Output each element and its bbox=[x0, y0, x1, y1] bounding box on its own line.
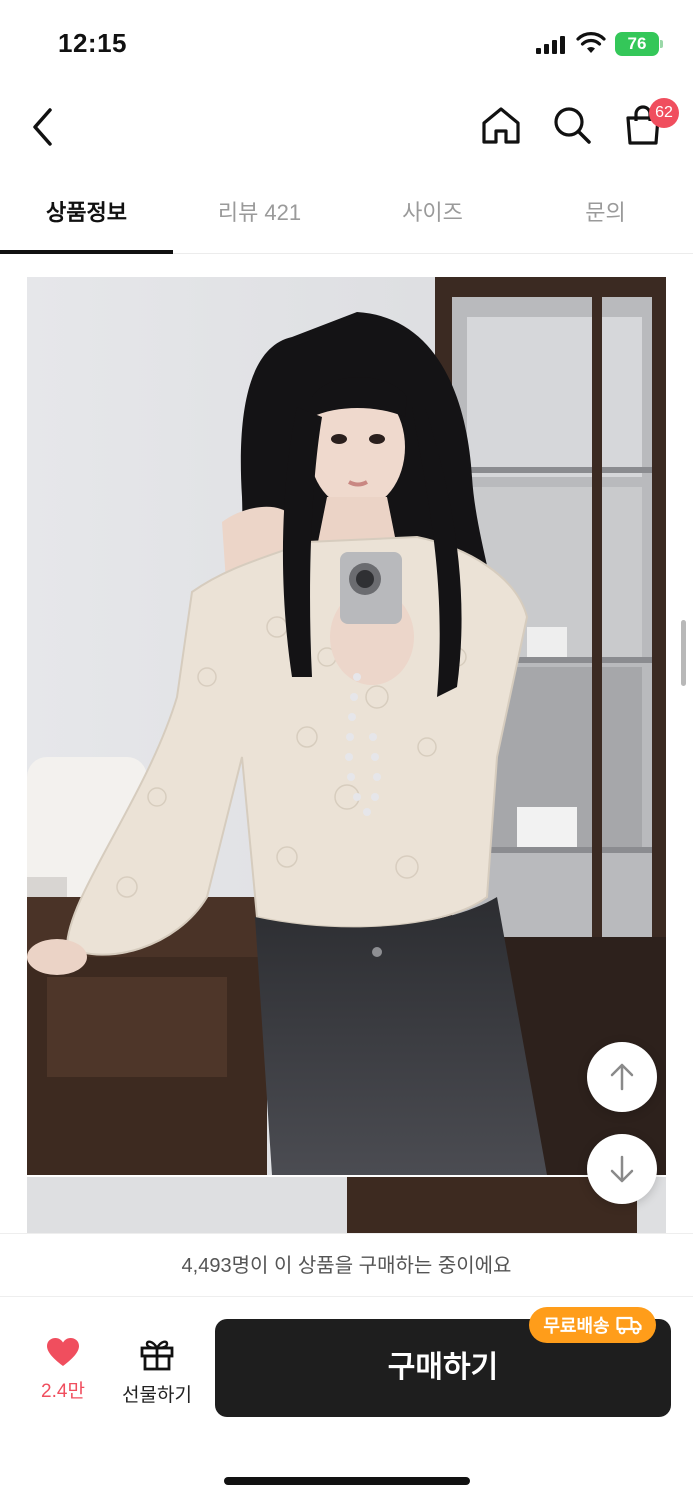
bottom-action-bar: 2.4만 선물하기 구매하기 무료배송 bbox=[0, 1297, 693, 1500]
top-nav-bar bbox=[0, 90, 693, 170]
back-button[interactable] bbox=[20, 104, 66, 150]
back-chevron-icon bbox=[33, 108, 52, 146]
tab-size[interactable]: 사이즈 bbox=[346, 178, 519, 253]
scroll-indicator[interactable] bbox=[681, 620, 686, 686]
like-count: 2.4만 bbox=[41, 1381, 85, 1402]
tab-reviews[interactable]: 리뷰 421 bbox=[173, 178, 346, 253]
search-icon bbox=[554, 107, 591, 144]
like-button[interactable]: 2.4만 bbox=[28, 1337, 98, 1407]
scroll-to-top-button[interactable] bbox=[587, 1042, 657, 1112]
cart-count-badge: 62 bbox=[649, 98, 679, 128]
home-button[interactable] bbox=[478, 102, 524, 148]
tab-product-info[interactable]: 상품정보 bbox=[0, 178, 173, 254]
arrow-down-icon bbox=[610, 1155, 634, 1183]
truck-icon bbox=[616, 1316, 642, 1335]
free-shipping-label: 무료배송 bbox=[543, 1316, 610, 1336]
product-photo bbox=[27, 277, 666, 1175]
status-time: 12:15 bbox=[58, 28, 127, 58]
gift-label: 선물하기 bbox=[122, 1385, 192, 1406]
gift-icon bbox=[140, 1340, 174, 1371]
heart-icon bbox=[47, 1338, 79, 1366]
signal-icon bbox=[536, 36, 566, 54]
arrow-up-icon bbox=[610, 1063, 634, 1091]
purchase-activity-notice: 4,493명이 이 상품을 구매하는 중이에요 bbox=[0, 1233, 693, 1297]
battery-icon: 76 bbox=[615, 32, 663, 56]
scroll-to-bottom-button[interactable] bbox=[587, 1134, 657, 1204]
gift-button[interactable]: 선물하기 bbox=[112, 1337, 202, 1407]
free-shipping-badge: 무료배송 bbox=[529, 1307, 656, 1343]
search-button[interactable] bbox=[549, 102, 595, 148]
tab-inquiry[interactable]: 문의 bbox=[519, 178, 692, 253]
home-indicator[interactable] bbox=[224, 1477, 470, 1485]
product-tabs: 상품정보 리뷰 421 사이즈 문의 bbox=[0, 178, 693, 254]
wifi-icon bbox=[576, 32, 606, 54]
home-icon bbox=[482, 107, 520, 144]
status-bar: 12:15 76 bbox=[0, 0, 693, 90]
product-photo-next bbox=[27, 1177, 666, 1237]
